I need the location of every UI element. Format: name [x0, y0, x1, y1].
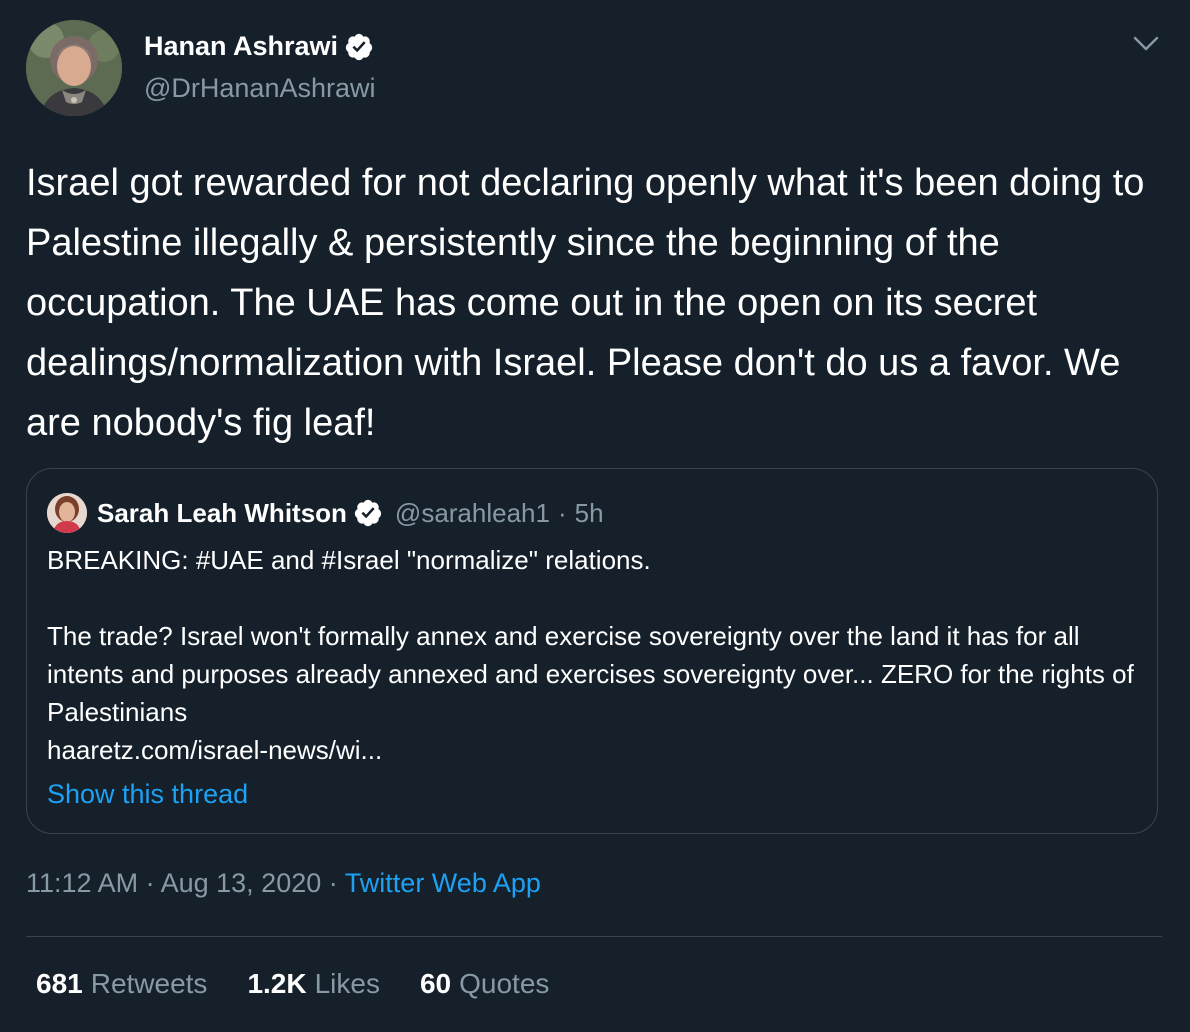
chevron-down-icon[interactable]	[1132, 34, 1160, 54]
quoted-tweet-time: 5h	[574, 497, 604, 528]
quotes-stat[interactable]: 60 Quotes	[420, 968, 549, 1000]
quotes-count: 60	[419, 968, 452, 999]
retweets-label: Retweets	[90, 968, 208, 999]
tweet-time[interactable]: 11:12 AM	[26, 868, 138, 898]
author-name[interactable]: Hanan Ashrawi	[144, 31, 338, 62]
quotes-label: Quotes	[459, 968, 550, 999]
author-avatar[interactable]	[26, 20, 122, 116]
separator-dot: ·	[328, 868, 338, 898]
retweets-stat[interactable]: 681 Retweets	[36, 968, 207, 1000]
author-name-row: Hanan Ashrawi	[144, 31, 374, 62]
quoted-author-name: Sarah Leah Whitson	[97, 497, 347, 528]
verified-badge-icon	[345, 33, 373, 60]
engagement-stats: 681 Retweets 1.2K Likes 60 Quotes	[36, 968, 549, 1000]
likes-label: Likes	[314, 968, 380, 999]
quoted-avatar-photo	[47, 493, 87, 533]
quoted-author-avatar	[47, 493, 87, 533]
verified-badge-icon	[354, 499, 382, 527]
divider	[26, 936, 1162, 937]
tweet-text: Israel got rewarded for not declaring op…	[26, 162, 1145, 444]
avatar-photo	[26, 20, 122, 116]
separator-dot: ·	[145, 868, 155, 898]
tweet-source-link[interactable]: Twitter Web App	[345, 868, 541, 898]
likes-count: 1.2K	[247, 968, 307, 999]
quoted-tweet-header: Sarah Leah Whitson @sarahleah1 · 5h	[47, 493, 604, 533]
quoted-tweet[interactable]: Sarah Leah Whitson @sarahleah1 · 5h BREA…	[26, 468, 1158, 834]
likes-stat[interactable]: 1.2K Likes	[247, 968, 380, 1000]
tweet-date[interactable]: Aug 13, 2020	[161, 868, 322, 898]
author-handle[interactable]: @DrHananAshrawi	[144, 73, 376, 104]
separator-dot: ·	[557, 497, 567, 528]
quoted-tweet-text: BREAKING: #UAE and #Israel "normalize" r…	[47, 545, 1134, 765]
quoted-author-handle: @sarahleah1	[394, 497, 550, 528]
tweet-detail: Hanan Ashrawi @DrHananAshrawi Israel got…	[0, 0, 1190, 1032]
tweet-meta: 11:12 AM · Aug 13, 2020 · Twitter Web Ap…	[26, 868, 541, 899]
retweets-count: 681	[36, 968, 83, 999]
show-thread-link[interactable]: Show this thread	[47, 779, 248, 810]
